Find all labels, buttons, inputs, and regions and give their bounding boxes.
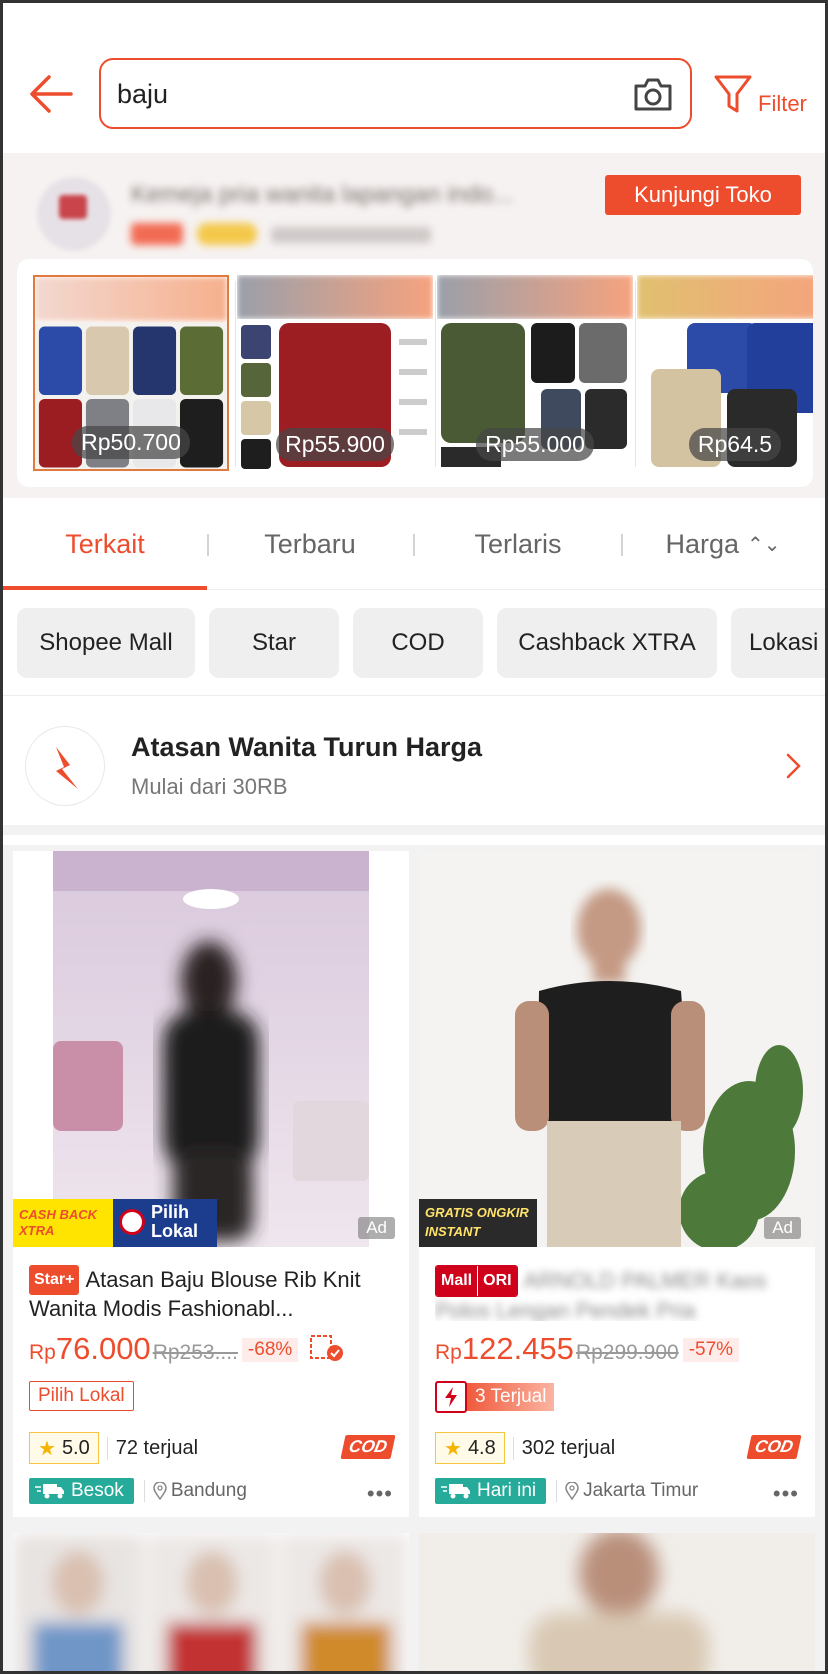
tab-terkait[interactable]: Terkait [3,498,207,590]
sold-count: 302 terjual [512,1436,615,1460]
delivery-truck-icon [35,1484,64,1499]
shop-meta-blurred [131,221,491,247]
shop-product-price: Rp50.700 [72,426,190,459]
chip-star[interactable]: Star [209,608,339,678]
search-query-text: baju [117,79,169,109]
rating-badge: ★ 4.8 [435,1432,505,1464]
price-row: Rp76.000Rp253.... -68% [29,1331,399,1371]
product-card-partial[interactable] [13,1533,409,1671]
discount-badge: -57% [682,1338,740,1362]
voucher-check-icon [309,1335,343,1361]
chip-shopee-mall[interactable]: Shopee Mall [17,608,195,678]
star-plus-badge: Star+ [29,1265,80,1295]
shop-name-blurred: Kemeja pria wanita lapangan indo... [131,181,513,208]
pilih-lokal-logo [119,1209,145,1235]
product-title: Mall ORI ARNOLD PALMER Kaos Polos Lengan P… [435,1265,801,1321]
tab-terlaris[interactable]: Terlaris [415,498,621,590]
tag-row: Pilih Lokal [29,1381,134,1413]
sort-tabs: Terkait Terbaru Terlaris Harga ⌃⌄ [3,498,825,590]
shop-product-tile[interactable]: Rp50.700 [33,275,229,471]
product-price: 122.455 [461,1331,574,1366]
price-row: Rp122.455Rp299.900 -57% [435,1331,805,1371]
product-price: 76.000 [55,1331,151,1366]
cod-badge: COD [746,1435,802,1459]
shop-ad-banner[interactable]: Kemeja pria wanita lapangan indo... Kunj… [3,153,825,498]
visit-shop-button[interactable]: Kunjungi Toko [605,175,801,215]
more-options-icon[interactable]: ••• [367,1481,393,1507]
tag-row: 3 Terjual [435,1381,555,1413]
flash-sale-icon [435,1381,467,1413]
chip-cashback-xtra[interactable]: Cashback XTRA [497,608,717,678]
discount-badge: -68% [241,1338,299,1362]
flash-sale-sold: 3 Terjual [435,1381,555,1413]
shop-product-strip: Rp50.700 Rp55.900 Rp55.000 Rp64.5 [17,259,813,487]
chip-lokasi[interactable]: Lokasi [731,608,825,678]
pilih-lokal-overlay: Pilih Lokal [113,1199,217,1247]
search-input[interactable]: baju [99,58,692,129]
shop-product-price: Rp64.5 [688,428,782,461]
promo-subtitle: Mulai dari 30RB [131,774,288,799]
chevron-right-icon [785,752,803,780]
cashback-xtra-overlay: CASH BACK XTRA [13,1199,113,1247]
location-pin-icon [565,1482,579,1500]
filter-label: Filter [758,91,807,116]
more-options-icon[interactable]: ••• [773,1481,799,1507]
chip-cod[interactable]: COD [353,608,483,678]
app-frame: baju Filter Kemeja pria wanita lapangan … [0,0,828,1674]
shop-product-price: Rp55.000 [476,428,594,461]
tab-harga[interactable]: Harga ⌃⌄ [623,498,823,590]
delivery-row: Hari ini Jakarta Timur [435,1477,698,1505]
product-image: GRATIS ONGKIR INSTANT Ad [419,851,815,1247]
cod-badge: COD [340,1435,396,1459]
promo-title: Atasan Wanita Turun Harga [131,732,483,762]
search-header: baju Filter [3,3,825,153]
product-title: Star+ Atasan Baju Blouse Rib Knit Wanita … [29,1265,361,1321]
product-card-partial[interactable] [419,1533,815,1671]
product-card[interactable]: GRATIS ONGKIR INSTANT Ad Mall ORI ARNOLD P… [419,851,815,1517]
gratis-ongkir-overlay: GRATIS ONGKIR INSTANT [419,1199,537,1247]
ad-label: Ad [358,1217,395,1239]
product-card[interactable]: CASH BACK XTRA Pilih Lokal Ad Star+ Atasa… [13,851,409,1517]
location-pin-icon [153,1482,167,1500]
product-image: CASH BACK XTRA Pilih Lokal Ad [13,851,409,1247]
shop-product-tile[interactable]: Rp55.900 [237,275,433,471]
camera-icon[interactable] [632,74,674,114]
tab-terbaru[interactable]: Terbaru [209,498,411,590]
delivery-truck-icon [441,1484,470,1499]
shop-product-price: Rp55.900 [276,428,394,461]
flash-deal-icon [25,726,105,806]
star-icon: ★ [38,1437,56,1460]
sold-count: 72 terjual [106,1436,198,1460]
star-icon: ★ [444,1437,462,1460]
original-price: Rp253.... [152,1341,238,1364]
delivery-badge: Besok [29,1478,134,1504]
ad-label: Ad [764,1217,801,1239]
back-arrow-icon[interactable] [27,69,77,119]
delivery-row: Besok Bandung [29,1477,247,1505]
funnel-icon [713,73,753,115]
filter-button[interactable]: Filter [711,71,821,121]
rating-row: ★ 4.8 302 terjual [435,1431,615,1465]
filter-chip-row: Shopee Mall Star COD Cashback XTRA Lokas… [3,591,825,693]
shop-product-tile[interactable]: Rp55.000 [437,275,633,471]
rating-row: ★ 5.0 72 terjual [29,1431,198,1465]
promo-banner[interactable]: Atasan Wanita Turun Harga Mulai dari 30R… [3,695,825,835]
location: Jakarta Timur [556,1480,698,1502]
delivery-badge: Hari ini [435,1478,547,1504]
shop-logo [37,177,111,251]
shop-product-tile[interactable]: Rp64.5 [637,275,813,471]
product-grid: CASH BACK XTRA Pilih Lokal Ad Star+ Atasa… [3,845,825,1671]
original-price: Rp299.900 [575,1341,679,1364]
mall-ori-badge: Mall ORI [435,1265,518,1297]
pilih-lokal-tag: Pilih Lokal [29,1381,134,1411]
sort-updown-icon: ⌃⌄ [747,533,781,556]
rating-badge: ★ 5.0 [29,1432,99,1464]
location: Bandung [143,1480,247,1502]
